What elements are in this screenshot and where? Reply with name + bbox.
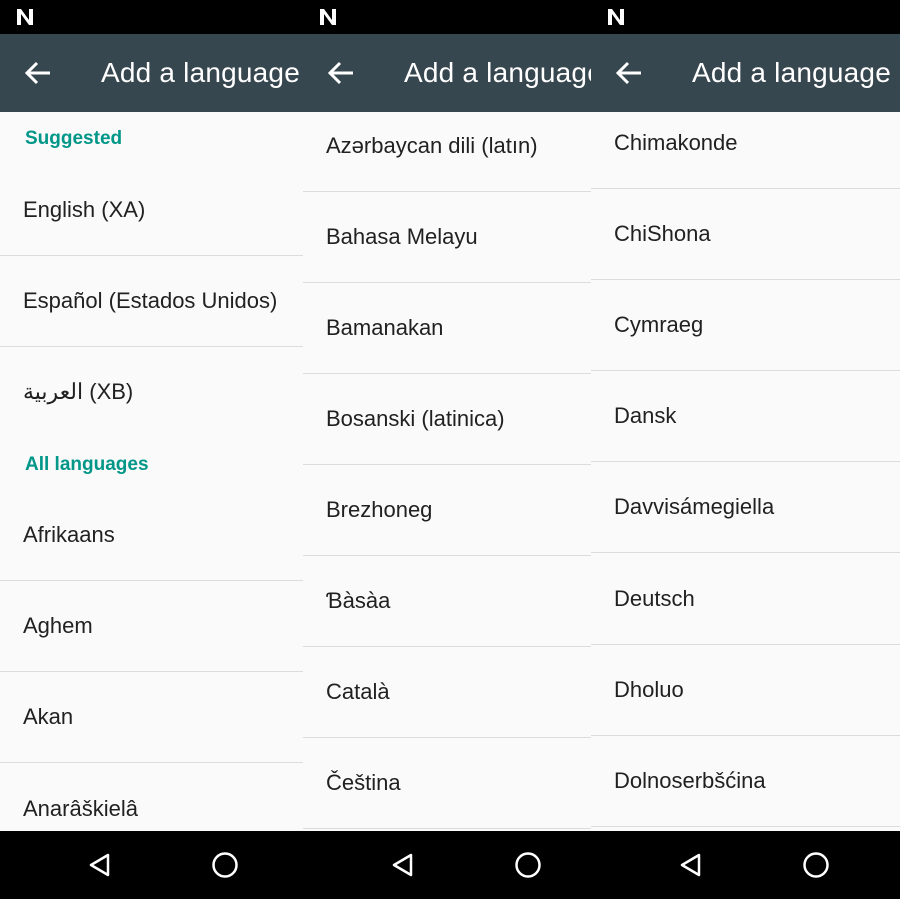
all-languages-header: All languages	[25, 454, 149, 475]
language-label: Deutsch	[614, 586, 695, 611]
list-item[interactable]: Dholuo	[591, 645, 900, 736]
nav-home-icon[interactable]	[802, 851, 830, 879]
language-label: Català	[326, 679, 390, 704]
language-label: Čeština	[326, 770, 401, 795]
language-label: Anarâškielâ	[23, 796, 138, 821]
language-label: Dolnoserbšćina	[614, 768, 766, 793]
navigation-bar	[591, 831, 900, 899]
nav-back-icon[interactable]	[678, 852, 704, 878]
list-item[interactable]: ChiShona	[591, 189, 900, 280]
list-item[interactable]: Afrikaans	[0, 490, 303, 581]
list-item[interactable]: Aghem	[0, 581, 303, 672]
language-label: Dholuo	[614, 677, 684, 702]
app-bar: Add a language	[0, 34, 303, 112]
language-label: Bosanski (latinica)	[326, 406, 505, 431]
list-item[interactable]: Bamanakan	[303, 283, 591, 374]
list-item[interactable]: Čeština	[303, 738, 591, 829]
screen-panel-3: Add a language Chimakonde ChiShona Cymra…	[591, 0, 900, 899]
language-label: Brezhoneg	[326, 497, 433, 522]
list-item[interactable]: Dolnoserbšćina	[591, 736, 900, 827]
list-item[interactable]: Cymraeg	[591, 280, 900, 371]
language-label: ChiShona	[614, 221, 711, 246]
list-item[interactable]: Català	[303, 647, 591, 738]
list-item[interactable]: Español (Estados Unidos)	[0, 256, 303, 347]
back-arrow-icon[interactable]	[615, 60, 643, 86]
language-list: Azərbaycan dili (latın) Bahasa Melayu Ba…	[303, 112, 591, 831]
language-label: العربية (XB)	[23, 379, 134, 404]
list-item[interactable]: Ɓàsàa	[303, 556, 591, 647]
screen-panel-1: Add a language Suggested English (XA) Es…	[0, 0, 303, 899]
language-label: English (XA)	[23, 197, 146, 222]
language-label: Afrikaans	[23, 522, 115, 547]
page-title: Add a language	[404, 57, 591, 88]
language-label: Español (Estados Unidos)	[23, 288, 278, 313]
back-arrow-icon[interactable]	[24, 60, 52, 86]
list-item[interactable]: العربية (XB)	[0, 347, 303, 437]
nav-home-icon[interactable]	[211, 851, 239, 879]
language-label: Bahasa Melayu	[326, 224, 478, 249]
navigation-bar	[303, 831, 591, 899]
nav-home-icon[interactable]	[514, 851, 542, 879]
status-bar	[591, 0, 900, 34]
page-title: Add a language	[692, 57, 891, 88]
language-label: Dansk	[614, 403, 677, 428]
language-label: Chimakonde	[614, 130, 738, 155]
language-label: Davvisámegiella	[614, 494, 775, 519]
notification-n-icon	[608, 9, 624, 25]
language-label: Azərbaycan dili (latın)	[326, 133, 538, 158]
status-bar	[303, 0, 591, 34]
suggested-header: Suggested	[25, 128, 123, 149]
list-item[interactable]: Davvisámegiella	[591, 462, 900, 553]
list-item[interactable]: Brezhoneg	[303, 465, 591, 556]
language-label: Akan	[23, 704, 74, 729]
screen-panel-2: Add a language Azərbaycan dili (latın) B…	[303, 0, 591, 899]
language-label: Ɓàsàa	[326, 588, 391, 613]
list-item[interactable]: Bahasa Melayu	[303, 192, 591, 283]
list-item[interactable]: Azərbaycan dili (latın)	[303, 112, 591, 192]
notification-n-icon	[320, 9, 336, 25]
list-item[interactable]: Akan	[0, 672, 303, 763]
notification-n-icon	[17, 9, 33, 25]
list-item[interactable]: Deutsch	[591, 554, 900, 645]
list-item[interactable]: Dansk	[591, 371, 900, 462]
status-bar	[0, 0, 303, 34]
page-title: Add a language	[101, 57, 300, 88]
app-bar: Add a language	[591, 34, 900, 112]
list-item[interactable]: Chimakonde	[591, 112, 900, 189]
language-list: Suggested English (XA) Español (Estados …	[0, 112, 303, 831]
list-item[interactable]: Anarâškielâ	[0, 764, 303, 831]
language-label: Cymraeg	[614, 312, 704, 337]
language-label: Aghem	[23, 613, 93, 638]
list-item[interactable]: English (XA)	[0, 165, 303, 256]
list-item[interactable]: Bosanski (latinica)	[303, 374, 591, 465]
nav-back-icon[interactable]	[390, 852, 416, 878]
navigation-bar	[0, 831, 303, 899]
nav-back-icon[interactable]	[87, 852, 113, 878]
app-bar: Add a language	[303, 34, 591, 112]
language-list: Chimakonde ChiShona Cymraeg Dansk Davvis…	[591, 112, 900, 831]
back-arrow-icon[interactable]	[327, 60, 355, 86]
language-label: Bamanakan	[326, 315, 444, 340]
